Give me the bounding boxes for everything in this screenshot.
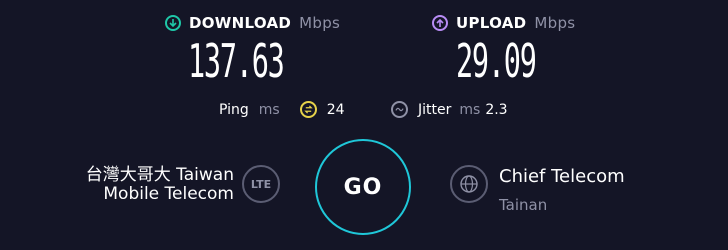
- download-unit: Mbps: [299, 14, 341, 32]
- ping-stat: Ping ms 24: [219, 101, 345, 118]
- jitter-stat: Jitter ms 2.3: [391, 101, 508, 118]
- isp-name-line1: 台灣大哥大 Taiwan: [85, 165, 234, 185]
- jitter-icon: [391, 101, 408, 118]
- download-header: DOWNLOAD Mbps: [165, 14, 340, 32]
- jitter-unit: ms: [459, 101, 481, 118]
- server-location: Tainan: [499, 196, 548, 214]
- isp-name[interactable]: 台灣大哥大 Taiwan Mobile Telecom: [86, 166, 234, 204]
- ping-icon: [299, 101, 317, 118]
- globe-icon: [450, 165, 488, 203]
- go-button-label: GO: [343, 174, 383, 200]
- upload-header: UPLOAD Mbps: [432, 14, 575, 32]
- download-value: 137.63: [188, 34, 285, 88]
- download-icon: [165, 15, 181, 31]
- upload-unit: Mbps: [534, 14, 576, 32]
- ping-value: 24: [326, 101, 345, 118]
- upload-label: UPLOAD: [456, 14, 527, 32]
- lte-icon: LTE: [242, 165, 280, 203]
- ping-unit: ms: [258, 101, 280, 118]
- connection-type: LTE: [250, 177, 272, 191]
- isp-name-line2: Mobile Telecom: [103, 184, 234, 204]
- jitter-value: 2.3: [485, 101, 508, 118]
- go-button[interactable]: GO: [315, 139, 411, 235]
- download-label: DOWNLOAD: [189, 14, 292, 32]
- ping-label: Ping: [219, 101, 249, 118]
- upload-icon: [432, 15, 448, 31]
- server-name[interactable]: Chief Telecom: [499, 166, 625, 187]
- jitter-label: Jitter: [418, 101, 452, 118]
- upload-value: 29.09: [456, 34, 537, 88]
